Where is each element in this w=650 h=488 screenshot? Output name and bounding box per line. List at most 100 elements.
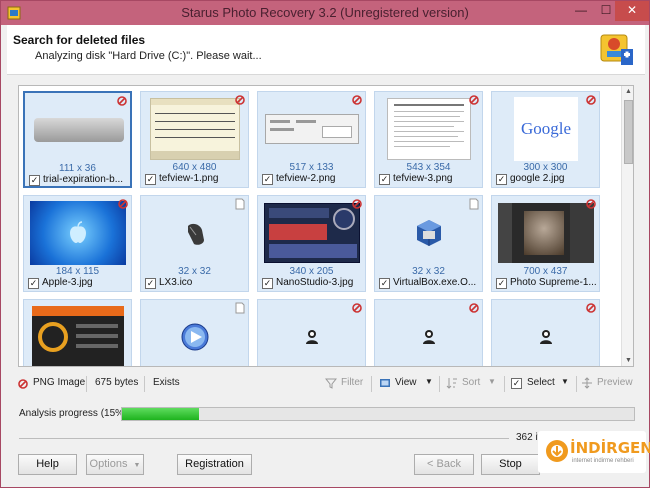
file-name: Apple-3.jpg [42,277,93,288]
options-label: Options [89,458,128,470]
file-tile[interactable]: 32 x 32 ✓ VirtualBox.exe.O... [374,195,483,292]
deleted-file-icon [469,95,479,105]
image-dimensions: 300 x 300 [523,162,568,173]
preview-button[interactable]: Preview [581,374,637,394]
thumbnail [147,305,243,366]
file-tile[interactable] [23,299,132,366]
toolbar-divider [86,376,87,392]
preview-label: Preview [597,377,633,388]
thumbnail [264,97,360,161]
file-tile[interactable] [257,299,366,366]
image-dimensions: 340 x 205 [289,266,334,277]
file-icon [235,198,245,210]
file-tile[interactable]: 517 x 133 ✓ tefview-2.png [257,91,366,188]
file-checkbox[interactable]: ✓ [496,278,507,289]
image-dimensions: 640 x 480 [172,162,217,173]
image-dimensions: 32 x 32 [178,266,211,277]
file-icon [235,302,245,314]
thumbnail [147,97,243,161]
chevron-down-icon: ▼ [425,377,433,386]
file-checkbox[interactable]: ✓ [145,174,156,185]
deleted-file-icon [352,303,362,313]
stop-button[interactable]: Stop [481,454,540,475]
file-tile[interactable]: 340 x 205 ✓ NanoStudio-3.jpg [257,195,366,292]
file-checkbox[interactable]: ✓ [379,174,390,185]
file-name: tefview-2.png [276,173,336,184]
back-button[interactable]: < Back [414,454,474,475]
file-tile[interactable] [140,299,249,366]
image-dimensions: 543 x 354 [406,162,451,173]
file-tile[interactable]: 543 x 354 ✓ tefview-3.png [374,91,483,188]
file-gallery[interactable]: 111 x 36 ✓ trial-expiration-b... 640 x 4… [18,85,634,367]
thumbnail: Google [498,97,594,161]
title-bar[interactable]: Starus Photo Recovery 3.2 (Unregistered … [1,1,649,25]
file-tile[interactable]: Google 300 x 300 ✓ google 2.jpg [491,91,600,188]
thumbnail [31,98,127,162]
thumbnail [498,305,594,366]
google-logo: Google [520,119,572,138]
filter-icon [325,378,337,389]
toolbar-divider [576,376,577,392]
file-size-label: 675 bytes [95,377,139,388]
remaining-progress-line [19,438,509,439]
file-checkbox[interactable]: ✓ [496,174,507,185]
deleted-file-icon [352,199,362,209]
wizard-logo-icon [600,34,633,65]
sort-button[interactable]: Sort ▼ [446,374,498,394]
mouse-icon [188,223,204,245]
minimize-button[interactable]: — [568,1,594,21]
page-title: Search for deleted files [13,33,146,47]
filter-button[interactable]: Filter [325,374,365,394]
image-dimensions: 517 x 133 [289,162,334,173]
registration-button[interactable]: Registration [177,454,252,475]
file-tile[interactable]: 184 x 115 ✓ Apple-3.jpg [23,195,132,292]
deleted-file-icon [586,303,596,313]
help-button[interactable]: Help [18,454,77,475]
image-dimensions: 184 x 115 [55,266,100,277]
view-button[interactable]: View ▼ [379,374,435,394]
file-tile[interactable] [491,299,600,366]
file-tile[interactable]: 32 x 32 ✓ LX3.ico [140,195,249,292]
file-tile[interactable]: 700 x 437 ✓ Photo Supreme-1... [491,195,600,292]
thumbnail [381,97,477,161]
chevron-down-icon: ▼ [561,377,569,386]
sort-icon [446,378,457,389]
person-icon [540,330,552,344]
person-icon [306,330,318,344]
preview-icon [582,377,592,389]
view-icon [380,379,390,387]
file-checkbox[interactable]: ✓ [379,278,390,289]
image-dimensions: 700 x 437 [523,266,568,277]
scrollbar-thumb[interactable] [624,100,633,164]
close-button[interactable]: ✕ [615,1,649,21]
toolbar-divider [439,376,440,392]
deleted-file-icon [235,95,245,105]
file-name: VirtualBox.exe.O... [393,277,477,288]
progress-label: Analysis progress (15%) [19,408,128,419]
file-checkbox[interactable]: ✓ [262,174,273,185]
file-type-label: PNG Image [33,377,86,388]
image-dimensions: 32 x 32 [412,266,445,277]
analysis-progress-bar [121,407,635,421]
options-button[interactable]: Options ▼ [86,454,144,475]
file-status-label: Exists [153,377,180,388]
remaining-items: 362 it [516,432,541,443]
gallery-scrollbar[interactable]: ▲ ▼ [621,86,633,366]
deleted-file-icon [586,199,596,209]
file-checkbox[interactable]: ✓ [145,278,156,289]
file-tile[interactable] [374,299,483,366]
gallery-toolbar: PNG Image 675 bytes Exists Filter View ▼… [13,373,637,395]
scroll-down-icon[interactable]: ▼ [622,355,633,366]
toolbar-divider [144,376,145,392]
scroll-up-icon[interactable]: ▲ [622,86,633,98]
file-checkbox[interactable]: ✓ [29,175,40,186]
file-checkbox[interactable]: ✓ [28,278,39,289]
file-tile[interactable]: 111 x 36 ✓ trial-expiration-b... [23,91,132,188]
select-button[interactable]: ✓ Select ▼ [511,374,573,394]
wizard-header: Search for deleted files Analyzing disk … [7,25,645,75]
thumbnail [498,201,594,265]
file-checkbox[interactable]: ✓ [262,278,273,289]
file-tile[interactable]: 640 x 480 ✓ tefview-1.png [140,91,249,188]
virtualbox-icon [417,220,441,246]
file-name: Photo Supreme-1... [510,277,597,288]
